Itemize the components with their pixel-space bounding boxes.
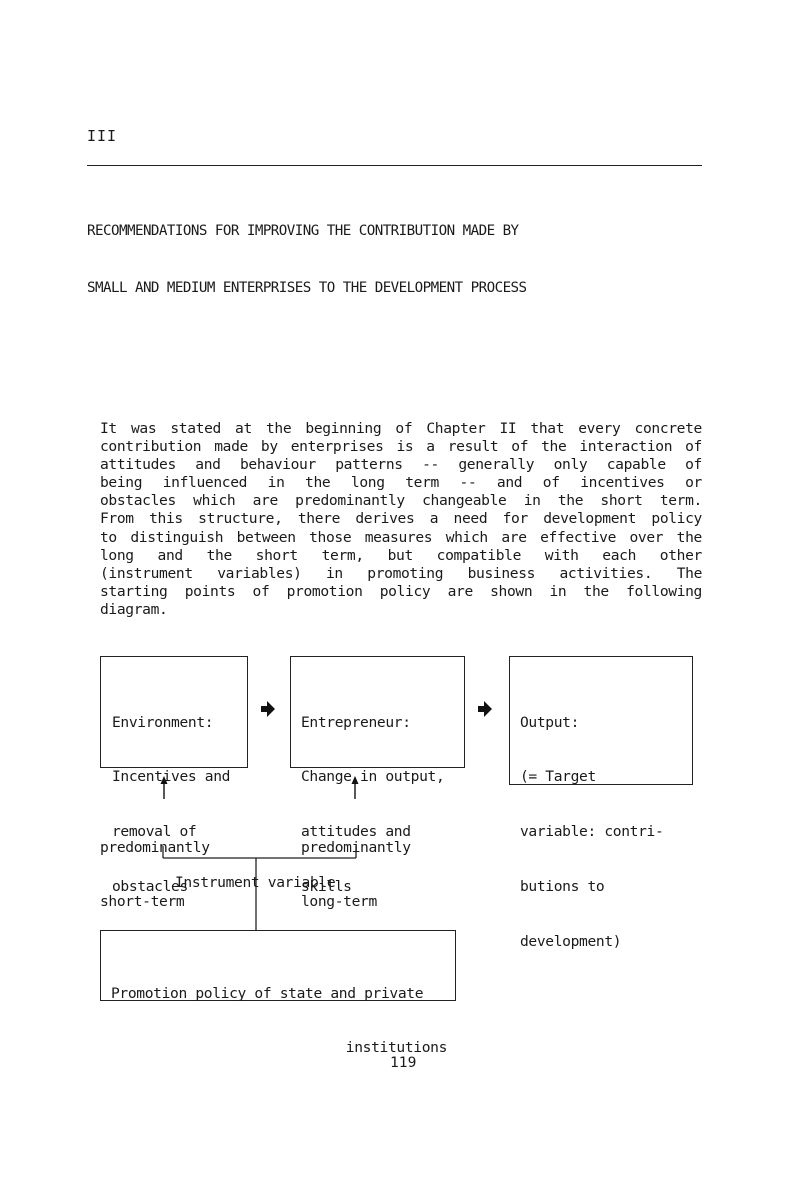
output-box: Output: (= Target variable: contri- buti… bbox=[509, 656, 693, 950]
box-line: Environment: bbox=[112, 713, 214, 731]
label-line: short-term bbox=[100, 893, 185, 911]
label-line: predominantly bbox=[301, 838, 411, 856]
right-arrow-icon bbox=[478, 701, 492, 717]
box-line: Output: bbox=[520, 713, 580, 731]
box-line: (= Target bbox=[520, 768, 596, 786]
short-term-label: predominantly short-term bbox=[100, 802, 210, 930]
label-line: long-term bbox=[301, 893, 377, 911]
instrument-variable-label: Instrument variable bbox=[175, 874, 336, 891]
box-line: development) bbox=[520, 933, 622, 951]
box-line: Entrepreneur: bbox=[301, 713, 411, 731]
long-term-label: predominantly long-term bbox=[301, 802, 411, 930]
box-line: butions to bbox=[520, 878, 605, 896]
box-line: Incentives and bbox=[112, 768, 231, 786]
promotion-policy-box: Promotion policy of state and private in… bbox=[100, 930, 456, 1056]
box-line: variable: contri- bbox=[520, 823, 664, 841]
box-line: Promotion policy of state and private bbox=[111, 984, 424, 1002]
entrepreneur-box: Entrepreneur: Change in output, attitude… bbox=[290, 656, 465, 895]
right-arrow-icon bbox=[261, 701, 275, 717]
page-number: 119 bbox=[390, 1054, 417, 1071]
box-line: Change in output, bbox=[301, 768, 445, 786]
environment-box: Environment: Incentives and removal of o… bbox=[100, 656, 248, 895]
label-line: predominantly bbox=[100, 838, 210, 856]
